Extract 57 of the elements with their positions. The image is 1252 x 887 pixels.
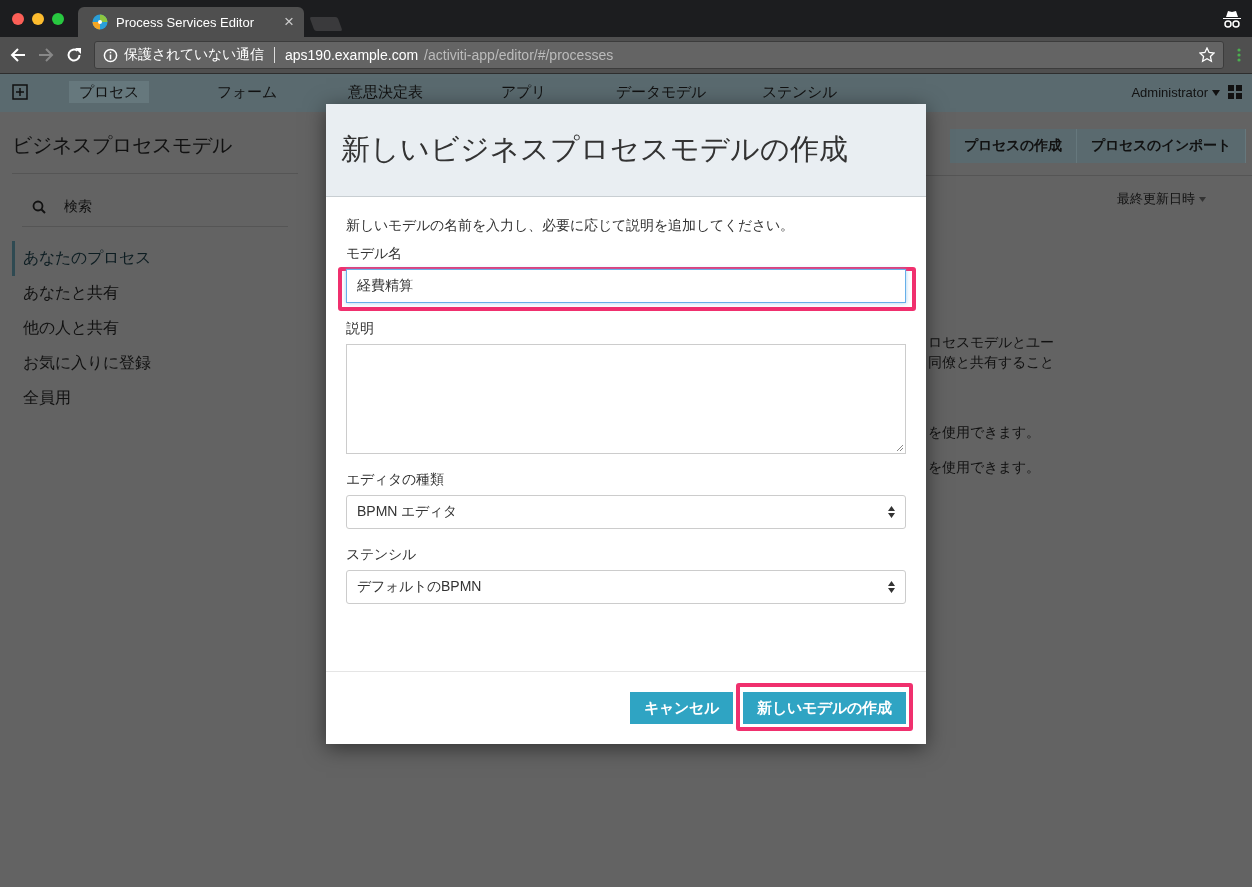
nav-tab[interactable]: フォーム [207, 81, 287, 103]
page-title: ビジネスプロセスモデル [12, 132, 298, 174]
user-menu[interactable]: Administrator [1131, 85, 1208, 100]
caret-icon [1212, 89, 1220, 96]
nav-tab[interactable]: データモデル [606, 81, 716, 103]
maximize-window-button[interactable] [52, 12, 64, 25]
browser-tab[interactable]: Process Services Editor × [78, 7, 304, 37]
dialog-title: 新しいビジネスプロセスモデルの作成 [341, 132, 848, 167]
nav-tab[interactable]: アプリ [490, 81, 556, 103]
security-label: 保護されていない通信 [124, 46, 264, 64]
create-button[interactable]: 新しいモデルの作成 [743, 692, 906, 724]
select-arrows-icon [888, 581, 895, 593]
pinwheel-icon [92, 14, 108, 30]
name-field[interactable]: 経費精算 [346, 269, 906, 303]
url-host: aps190.example.com [285, 47, 419, 63]
home-icon[interactable] [12, 84, 28, 100]
dialog-intro: 新しいモデルの名前を入力し、必要に応じて説明を追加してください。 [346, 217, 795, 235]
nav-tab[interactable]: 意思決定表 [337, 81, 433, 103]
help-text: 同僚と共有すること [928, 354, 1055, 372]
filter-item[interactable]: 他の人と共有 [12, 311, 298, 346]
resize-grip-icon [896, 444, 904, 452]
minimize-window-button[interactable] [32, 12, 44, 25]
nav-tab[interactable]: プロセス [69, 81, 149, 103]
grid-icon[interactable] [1228, 85, 1242, 99]
action-button[interactable]: プロセスの作成 [950, 129, 1077, 163]
select-field[interactable]: デフォルトのBPMN [346, 570, 906, 604]
description-field[interactable] [346, 344, 906, 454]
back-icon[interactable] [10, 47, 26, 63]
search-icon [32, 200, 46, 214]
cancel-button[interactable]: キャンセル [630, 692, 733, 724]
close-window-button[interactable] [12, 12, 24, 25]
help-text: ロセスモデルとユー [928, 334, 1055, 352]
field-label: エディタの種類 [346, 471, 445, 489]
field-label: ステンシル [346, 546, 417, 564]
menu-icon[interactable] [1236, 47, 1242, 63]
address-bar[interactable]: 保護されていない通信 aps190.example.com /activiti-app/editor/#/processes [94, 41, 1224, 69]
tab-close-button[interactable]: × [284, 12, 294, 32]
help-text: を使用できます。 [928, 424, 1041, 442]
help-text: を使用できます。 [928, 459, 1041, 477]
sort-menu[interactable]: 最終更新日時 [1117, 190, 1195, 208]
select-arrows-icon [888, 506, 895, 518]
field-label: 説明 [346, 320, 375, 338]
field-label: モデル名 [346, 245, 403, 263]
filter-item[interactable]: 全員用 [12, 381, 298, 416]
url-path: /activiti-app/editor/#/processes [424, 47, 614, 63]
nav-tab[interactable]: ステンシル [751, 81, 847, 103]
incognito-icon [1222, 9, 1242, 28]
search-field[interactable]: 検索 [22, 188, 288, 227]
filter-item[interactable]: お気に入りに登録 [12, 346, 298, 381]
filter-item[interactable]: あなたと共有 [12, 276, 298, 311]
action-button[interactable]: プロセスのインポート [1077, 129, 1246, 163]
filter-item[interactable]: あなたのプロセス [12, 241, 298, 276]
info-icon [103, 47, 118, 63]
caret-icon [1199, 196, 1206, 202]
star-icon[interactable] [1199, 47, 1215, 63]
select-field[interactable]: BPMN エディタ [346, 495, 906, 529]
reload-icon[interactable] [66, 47, 82, 63]
